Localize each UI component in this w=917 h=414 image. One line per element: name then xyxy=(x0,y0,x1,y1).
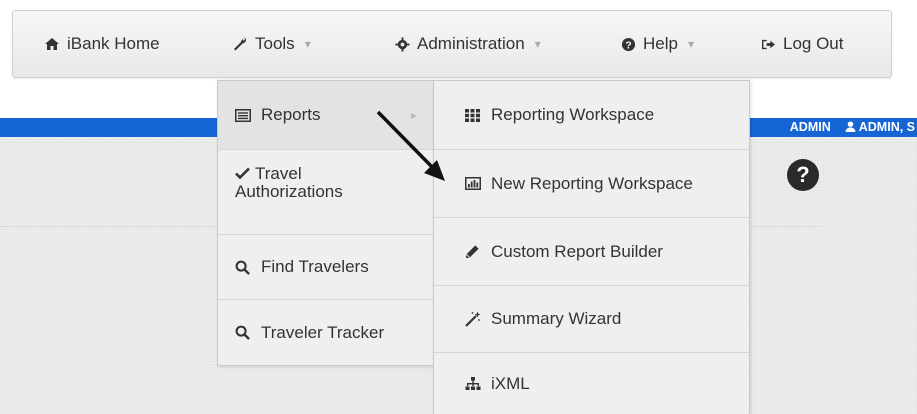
submenu-item-new-reporting-workspace[interactable]: New Reporting Workspace xyxy=(434,150,749,218)
sitemap-icon xyxy=(465,376,485,391)
grid-icon xyxy=(465,108,485,122)
travel-auth-line2: Authorizations xyxy=(235,182,343,201)
reports-submenu: Reporting Workspace New Reporting Worksp… xyxy=(433,80,750,414)
question-circle-icon: ? xyxy=(619,37,637,52)
nav-ibank-home[interactable]: iBank Home xyxy=(43,11,160,77)
pencil-icon xyxy=(465,244,485,259)
submenu-item-new-reporting-workspace-label: New Reporting Workspace xyxy=(491,173,693,193)
chevron-right-icon: ▸ xyxy=(411,108,418,122)
menu-item-find-travelers[interactable]: Find Travelers xyxy=(218,235,433,300)
submenu-item-custom-report-builder-label: Custom Report Builder xyxy=(491,241,663,261)
svg-text:?: ? xyxy=(625,40,631,51)
sign-out-icon xyxy=(759,38,777,51)
submenu-item-summary-wizard-label: Summary Wizard xyxy=(491,309,622,328)
menu-item-traveler-tracker-label: Traveler Tracker xyxy=(261,322,385,342)
menu-item-reports-label: Reports xyxy=(261,105,321,124)
nav-help[interactable]: ? Help ▾ xyxy=(619,11,694,77)
wrench-icon xyxy=(231,36,249,52)
user-name[interactable]: ADMIN, S xyxy=(859,120,915,134)
check-icon xyxy=(235,167,255,179)
menu-item-traveler-tracker[interactable]: Traveler Tracker xyxy=(218,300,433,365)
submenu-item-reporting-workspace-label: Reporting Workspace xyxy=(491,105,655,124)
nav-administration[interactable]: Administration ▾ xyxy=(393,11,541,77)
list-alt-icon xyxy=(235,108,255,122)
nav-tools[interactable]: Tools ▾ xyxy=(231,11,311,77)
menu-item-find-travelers-label: Find Travelers xyxy=(261,257,369,276)
submenu-item-summary-wizard[interactable]: Summary Wizard xyxy=(434,286,749,353)
travel-auth-line1: Travel xyxy=(255,164,302,183)
user-info: ADMIN ADMIN, S xyxy=(790,118,917,137)
chevron-down-icon: ▾ xyxy=(304,37,311,51)
bar-chart-icon xyxy=(465,177,485,190)
magic-wand-icon xyxy=(465,311,485,327)
submenu-item-ixml[interactable]: iXML xyxy=(434,353,749,414)
gear-icon xyxy=(393,36,411,52)
nav-ibank-home-label: iBank Home xyxy=(67,34,160,53)
menu-item-travel-authorizations[interactable]: Travel Authorizations xyxy=(218,150,433,235)
search-icon xyxy=(235,325,255,340)
nav-log-out[interactable]: Log Out xyxy=(759,11,844,77)
nav-log-out-label: Log Out xyxy=(783,34,844,53)
main-navbar: iBank Home Tools ▾ Administration ▾ ? He… xyxy=(12,10,892,78)
user-icon xyxy=(845,120,856,134)
chevron-down-icon: ▾ xyxy=(687,37,694,51)
search-icon xyxy=(235,260,255,275)
tools-dropdown-menu: Reports ▸ Travel Authorizations Find Tra… xyxy=(217,80,434,366)
chevron-down-icon: ▾ xyxy=(534,37,541,51)
submenu-item-reporting-workspace[interactable]: Reporting Workspace xyxy=(434,81,749,150)
nav-tools-label: Tools xyxy=(255,34,295,53)
menu-item-reports[interactable]: Reports ▸ xyxy=(218,81,433,150)
role-text: ADMIN xyxy=(789,120,831,134)
home-icon xyxy=(43,37,61,51)
nav-administration-label: Administration xyxy=(417,34,525,53)
help-icon[interactable]: ? xyxy=(787,159,819,191)
submenu-item-custom-report-builder[interactable]: Custom Report Builder xyxy=(434,218,749,286)
nav-help-label: Help xyxy=(643,34,678,53)
submenu-item-ixml-label: iXML xyxy=(491,373,530,393)
